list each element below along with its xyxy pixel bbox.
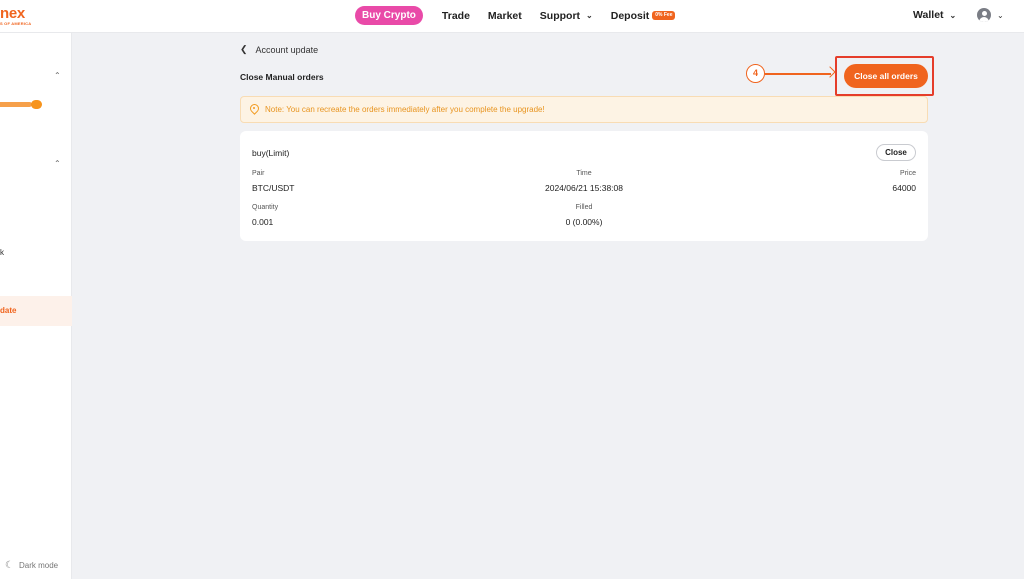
- nav-trade[interactable]: Trade: [442, 10, 470, 22]
- nav-support[interactable]: Support ⌄: [540, 10, 593, 22]
- breadcrumb[interactable]: ❮ Account update: [240, 44, 318, 55]
- close-all-orders-button[interactable]: Close all orders: [844, 64, 928, 88]
- chevron-down-icon: ⌄: [997, 10, 1004, 20]
- progress-indicator: [0, 100, 42, 109]
- annotation-step-badge: 4: [746, 64, 765, 83]
- time-label: Time: [576, 170, 592, 177]
- sidebar: ⌃ ⌃ k date ☾ Dark mode: [0, 33, 72, 579]
- sidebar-item-account-update[interactable]: date: [0, 296, 72, 326]
- pair-label: Pair: [252, 170, 265, 177]
- price-label: Price: [900, 170, 916, 177]
- order-card: buy(Limit) Close Pair BTC/USDT Time 2024…: [240, 131, 928, 241]
- quantity-value: 0.001: [252, 217, 274, 227]
- notice-banner: Note: You can recreate the orders immedi…: [240, 96, 928, 123]
- nav-deposit-label: Deposit: [610, 9, 650, 22]
- chevron-down-icon: ⌄: [586, 11, 593, 20]
- logo-subtext: S OF AMERICA: [0, 21, 32, 26]
- nav-support-label: Support: [539, 9, 581, 22]
- chevron-down-icon: ⌄: [949, 10, 957, 20]
- page-title: Close Manual orders: [240, 72, 324, 82]
- filled-label: Filled: [575, 204, 593, 211]
- top-navbar: nex S OF AMERICA Buy Crypto Trade Market…: [0, 0, 1024, 33]
- pin-icon: [250, 104, 259, 115]
- nav-market[interactable]: Market: [488, 10, 522, 22]
- progress-bar: [0, 102, 32, 107]
- annotation-arrow-line: [765, 73, 831, 75]
- chevron-up-icon[interactable]: ⌃: [54, 159, 61, 168]
- nav-buy-crypto[interactable]: Buy Crypto: [355, 6, 423, 25]
- chevron-up-icon[interactable]: ⌃: [54, 71, 61, 80]
- dark-mode-label: Dark mode: [18, 561, 59, 570]
- price-value: 64000: [892, 183, 916, 193]
- breadcrumb-label: Account update: [255, 44, 319, 55]
- nav-deposit[interactable]: Deposit 0% Fee: [611, 10, 676, 22]
- user-menu[interactable]: ⌄: [977, 8, 1004, 22]
- logo-text: nex: [0, 5, 25, 22]
- close-order-button[interactable]: Close: [876, 144, 916, 161]
- filled-value: 0 (0.00%): [565, 217, 603, 227]
- chevron-left-icon: ❮: [240, 44, 248, 54]
- annotation-arrow-head: [824, 66, 836, 78]
- wallet-label: Wallet: [913, 9, 944, 21]
- dark-mode-toggle[interactable]: ☾ Dark mode: [5, 560, 58, 571]
- time-value: 2024/06/21 15:38:08: [545, 183, 623, 193]
- progress-knob: [31, 100, 42, 109]
- sidebar-item-partial[interactable]: k: [0, 248, 4, 257]
- main-nav: Buy Crypto Trade Market Support ⌄ Deposi…: [355, 5, 693, 26]
- wallet-menu[interactable]: Wallet ⌄: [913, 9, 956, 21]
- user-avatar-icon: [977, 8, 991, 22]
- notice-text: Note: You can recreate the orders immedi…: [265, 105, 545, 114]
- sidebar-item-label: date: [0, 306, 17, 315]
- pair-value: BTC/USDT: [252, 183, 295, 193]
- order-type: buy(Limit): [252, 148, 290, 158]
- logo[interactable]: nex S OF AMERICA: [0, 5, 32, 26]
- quantity-label: Quantity: [252, 204, 279, 211]
- moon-icon: ☾: [5, 560, 14, 571]
- fee-badge: 0% Fee: [652, 11, 676, 20]
